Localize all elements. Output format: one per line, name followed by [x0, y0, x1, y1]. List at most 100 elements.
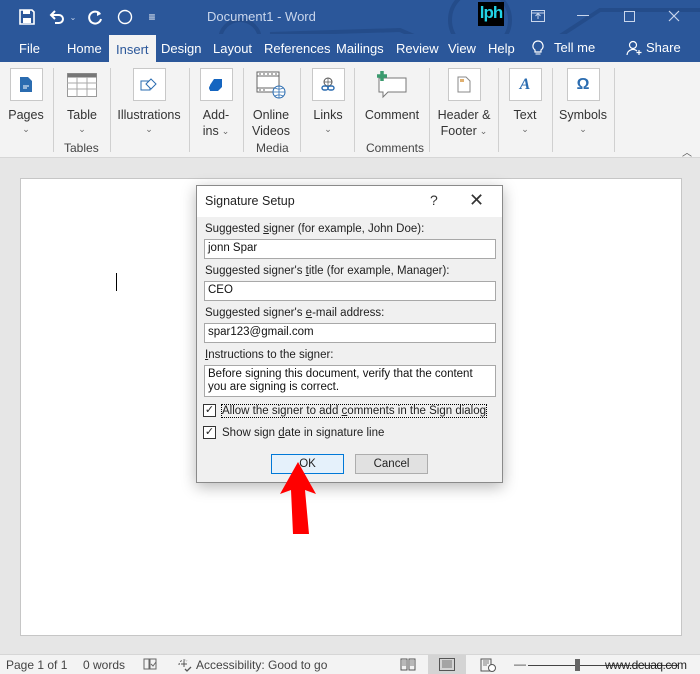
print-layout-icon — [439, 658, 455, 671]
dialog-close-button[interactable]: ✕ — [469, 190, 484, 211]
signer-title-input[interactable]: CEO — [204, 281, 496, 301]
pages-icon — [9, 68, 43, 101]
comment-button[interactable]: Comment — [362, 68, 422, 123]
zoom-out-button[interactable]: — — [514, 657, 526, 671]
print-layout-button[interactable] — [428, 655, 466, 674]
signer-name-label: Suggested signer (for example, John Doe)… — [205, 223, 425, 235]
tab-help[interactable]: Help — [488, 34, 515, 62]
ribbon-separator — [429, 68, 430, 152]
redo-button[interactable] — [86, 6, 106, 28]
chevron-down-icon: ⌄ — [69, 12, 77, 22]
ribbon-display-icon — [531, 10, 545, 22]
header-footer-label-2: Footer — [440, 124, 477, 138]
undo-icon — [49, 10, 64, 24]
word-count[interactable]: 0 words — [83, 658, 125, 672]
share-label: Share — [646, 40, 681, 55]
show-date-checkbox[interactable]: ✓ — [203, 426, 216, 439]
tab-references[interactable]: References — [264, 34, 330, 62]
ribbon-separator — [498, 68, 499, 152]
minimize-icon — [577, 15, 589, 16]
customize-qat-icon: ≡ — [148, 10, 156, 24]
undo-button[interactable] — [46, 6, 68, 28]
tab-mailings[interactable]: Mailings — [336, 34, 384, 62]
proofing-button[interactable] — [143, 658, 157, 670]
signature-setup-dialog: Signature Setup ? ✕ Suggested signer (fo… — [196, 185, 503, 483]
chevron-down-icon: ⌄ — [145, 124, 153, 134]
ribbon-separator — [243, 68, 244, 152]
tell-me-label: Tell me — [554, 40, 596, 55]
allow-comments-checkbox[interactable]: ✓ — [203, 404, 216, 417]
page-count[interactable]: Page 1 of 1 — [6, 658, 67, 672]
symbols-omega-icon: Ω — [566, 68, 600, 101]
accessibility-button[interactable]: Accessibility: Good to go — [176, 658, 327, 672]
header-footer-button[interactable]: Header & Footer ⌄ — [436, 68, 492, 139]
pages-label: Pages — [8, 108, 44, 122]
links-button[interactable]: Links ⌄ — [310, 68, 346, 135]
checkmark-icon: ✓ — [204, 404, 215, 416]
web-layout-button[interactable] — [480, 658, 496, 672]
group-label-comments: Comments — [366, 141, 425, 155]
add-ins-label-2: ins — [202, 124, 219, 138]
ribbon-separator — [354, 68, 355, 152]
tab-review[interactable]: Review — [396, 34, 439, 62]
close-window-button[interactable] — [656, 4, 692, 28]
pages-button[interactable]: Pages ⌄ — [8, 68, 44, 135]
text-icon: A — [508, 68, 542, 101]
comment-label: Comment — [364, 108, 420, 122]
table-icon — [66, 68, 99, 101]
help-button[interactable]: ? — [430, 192, 438, 208]
web-layout-icon — [480, 658, 496, 672]
illustrations-icon — [132, 68, 166, 101]
online-videos-icon — [255, 68, 288, 101]
show-date-checkbox-row[interactable]: ✓ Show sign date in signature line — [203, 426, 384, 439]
symbols-button[interactable]: Ω Symbols ⌄ — [558, 68, 608, 135]
tab-home[interactable]: Home — [67, 34, 102, 62]
tab-view[interactable]: View — [448, 34, 476, 62]
cancel-button[interactable]: Cancel — [355, 454, 428, 474]
add-ins-label: Add- — [202, 108, 230, 122]
share-person-icon — [626, 40, 642, 56]
text-button[interactable]: A Text ⌄ — [508, 68, 542, 135]
signer-name-input[interactable]: jonn Spar — [204, 239, 496, 259]
zoom-level-with-watermark[interactable]: www.deuaq.com — [605, 658, 687, 672]
autosave-button[interactable] — [115, 6, 135, 28]
save-button[interactable] — [16, 6, 38, 28]
help-icon: ? — [430, 192, 438, 208]
online-videos-label: Online — [252, 108, 290, 122]
minimize-button[interactable] — [565, 4, 601, 28]
close-icon: ✕ — [469, 190, 485, 210]
table-button[interactable]: Table ⌄ — [64, 68, 100, 135]
allow-comments-label: Allow the signer to add comments in the … — [220, 403, 488, 418]
online-videos-button[interactable]: Online Videos — [250, 68, 292, 139]
signer-email-input[interactable]: spar123@gmail.com — [204, 323, 496, 343]
signer-email-label: Suggested signer's e-mail address: — [205, 307, 385, 319]
table-label: Table — [67, 108, 97, 122]
instructions-textarea[interactable]: Before signing this document, verify tha… — [204, 365, 496, 397]
ribbon: Pages ⌄ Table ⌄ Tables Illustrations ⌄ A… — [0, 62, 700, 159]
customize-qat-button[interactable]: ≡ — [144, 6, 160, 28]
symbols-label: Symbols — [559, 108, 607, 122]
read-mode-button[interactable] — [400, 658, 416, 671]
zoom-slider-thumb[interactable] — [575, 659, 580, 671]
tab-design[interactable]: Design — [161, 34, 201, 62]
share-button[interactable]: Share — [626, 34, 681, 62]
add-ins-button[interactable]: Add- ins ⌄ — [198, 68, 234, 139]
maximize-icon — [623, 10, 635, 22]
illustrations-button[interactable]: Illustrations ⌄ — [117, 68, 181, 135]
tab-layout[interactable]: Layout — [213, 34, 252, 62]
tab-file[interactable]: File — [19, 34, 40, 62]
autosave-circle-icon — [117, 9, 133, 25]
ribbon-display-options-button[interactable] — [520, 4, 556, 28]
tell-me-search[interactable]: Tell me — [532, 34, 595, 62]
maximize-button[interactable] — [611, 4, 647, 28]
chevron-down-icon: ⌄ — [78, 124, 86, 134]
title-bar: ⌄ ≡ Document1 - Word lph — [0, 0, 700, 62]
ribbon-separator — [53, 68, 54, 152]
watermark-text: www.deuaq.com — [605, 658, 687, 672]
allow-comments-checkbox-row[interactable]: ✓ Allow the signer to add comments in th… — [203, 403, 488, 418]
redo-icon — [88, 10, 102, 25]
tab-insert[interactable]: Insert — [109, 35, 156, 63]
collapse-ribbon-button[interactable]: ︿ — [682, 144, 692, 159]
undo-dropdown[interactable]: ⌄ — [68, 6, 78, 28]
illustrations-label: Illustrations — [117, 108, 181, 122]
